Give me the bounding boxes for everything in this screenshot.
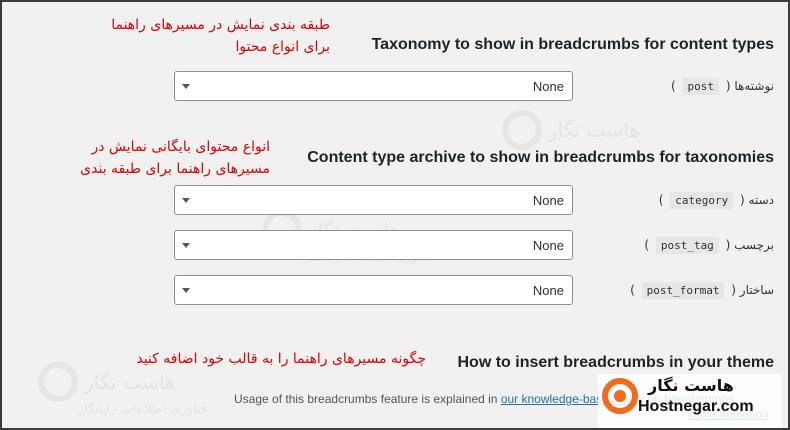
watermark-logo-icon bbox=[502, 110, 542, 150]
watermark-logo-icon bbox=[38, 362, 78, 402]
hostnegar-logo: هاست نگار Hostnegar.com bbox=[598, 374, 782, 428]
section-heading-insert: How to insert breadcrumbs in your theme bbox=[457, 354, 775, 371]
chevron-down-icon bbox=[182, 198, 190, 203]
row-label-post: نوشته‌ها ( post ) bbox=[671, 78, 774, 95]
row-label-post-tag: برچسب ( post_tag ) bbox=[644, 237, 774, 254]
annotation-taxonomies: انواع محتوای بایگانی نمایش در مسیرهای را… bbox=[80, 139, 270, 177]
select-post-taxonomy[interactable]: None bbox=[174, 71, 573, 101]
watermark: هاست نگار bbox=[502, 110, 640, 150]
row-label-category: دسته ( category ) bbox=[658, 192, 774, 209]
row-label-post-format: ساختار ( post_format ) bbox=[630, 282, 774, 299]
annotation-insert-breadcrumbs: چگونه مسیرهای راهنما را به قالب خود اضاف… bbox=[136, 351, 426, 367]
hostnegar-logo-icon bbox=[602, 378, 638, 414]
chevron-down-icon bbox=[182, 243, 190, 248]
annotation-content-types: طبقه بندی نمایش در مسیرهای راهنما برای ا… bbox=[111, 17, 330, 55]
section-heading-taxonomies: Content type archive to show in breadcru… bbox=[307, 149, 774, 166]
section-heading-content-types: Taxonomy to show in breadcrumbs for cont… bbox=[371, 36, 774, 53]
watermark: هاست نگار فناوری اطلاعات رایانگار bbox=[38, 362, 207, 417]
chevron-down-icon bbox=[182, 84, 190, 89]
code-post-tag: post_tag bbox=[655, 237, 719, 254]
settings-panel: هاست نگار هاست نگار فناوری اطلاعات رایان… bbox=[2, 2, 788, 428]
chevron-down-icon bbox=[182, 288, 190, 293]
select-category-archive[interactable]: None bbox=[174, 185, 573, 215]
select-post-format-archive[interactable]: None bbox=[174, 275, 573, 305]
select-post-tag-archive[interactable]: None bbox=[174, 230, 573, 260]
code-category: category bbox=[670, 192, 734, 209]
code-post: post bbox=[682, 78, 720, 95]
code-post-format: post_format bbox=[641, 282, 725, 299]
